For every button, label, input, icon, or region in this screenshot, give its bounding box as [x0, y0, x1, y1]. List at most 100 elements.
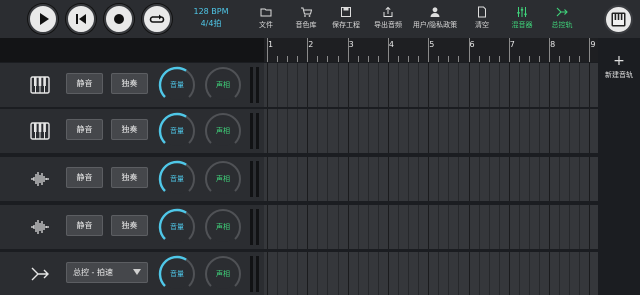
track-lane[interactable]	[264, 109, 598, 153]
grid-line	[277, 109, 279, 153]
grid-line	[327, 205, 329, 249]
grid-line	[418, 63, 420, 107]
play-button[interactable]	[28, 4, 58, 34]
pan-knob[interactable]: 声相	[204, 112, 242, 150]
clear-label: 清空	[475, 21, 489, 29]
waveform-icon[interactable]	[30, 218, 50, 236]
beat-tick	[579, 56, 581, 62]
grid-line	[569, 109, 571, 153]
grid-line	[267, 63, 268, 107]
mute-button[interactable]: 静音	[66, 119, 103, 140]
grid-line	[377, 157, 379, 201]
grid-line	[317, 205, 319, 249]
grid-line	[448, 252, 450, 295]
volume-knob[interactable]: 音量	[158, 112, 196, 150]
volume-label: 音量	[170, 127, 184, 135]
grid-line	[347, 157, 349, 201]
grid-line	[589, 109, 591, 153]
solo-button[interactable]: 独奏	[111, 119, 148, 140]
grid-line	[357, 109, 359, 153]
grid-line	[468, 109, 470, 153]
volume-knob[interactable]: 音量	[158, 66, 196, 104]
grid-line	[498, 205, 500, 249]
solo-button[interactable]: 独奏	[111, 73, 148, 94]
grid-line	[347, 205, 349, 249]
volume-label: 音量	[170, 81, 184, 89]
grid-line	[428, 252, 430, 295]
bar-number: 1	[268, 40, 274, 49]
folder-icon	[260, 8, 272, 17]
grid-line	[307, 157, 309, 201]
grid-line	[337, 109, 339, 153]
piano-icon[interactable]	[30, 76, 50, 94]
grid-line	[297, 205, 299, 249]
grid-line	[317, 252, 319, 295]
new-track-button[interactable]: + 新建音轨	[598, 54, 640, 80]
beat-tick	[559, 56, 561, 62]
sound-library-button[interactable]: 音色库	[290, 6, 322, 34]
waveform-icon[interactable]	[30, 170, 50, 188]
grid-line	[387, 109, 389, 153]
volume-knob[interactable]: 音量	[158, 160, 196, 198]
record-button[interactable]	[104, 4, 134, 34]
master-track-button[interactable]: 总控轨	[546, 6, 578, 34]
beat-tick	[377, 56, 379, 62]
file-menu-button[interactable]: 文件	[252, 6, 280, 34]
save-project-button[interactable]: 保存工程	[326, 6, 366, 34]
grid-line	[559, 205, 561, 249]
grid-line	[549, 63, 551, 107]
mute-button[interactable]: 静音	[66, 73, 103, 94]
pan-knob[interactable]: 声相	[204, 208, 242, 246]
level-meter-left	[250, 256, 253, 292]
grid-line	[287, 252, 289, 295]
grid-line	[579, 63, 581, 107]
track-lane[interactable]	[264, 205, 598, 249]
piano-keyboard-button[interactable]	[604, 5, 633, 34]
pan-knob[interactable]: 声相	[204, 66, 242, 104]
grid-line	[438, 63, 440, 107]
timeline-ruler[interactable]: 1 2 3 4 5 6 7 8 9	[264, 38, 621, 62]
grid-line	[428, 157, 430, 201]
bar-number: 2	[308, 40, 314, 49]
beat-tick	[317, 56, 319, 62]
tempo-display[interactable]: 128 BPM 4/4拍	[184, 6, 238, 30]
grid-line	[559, 109, 561, 153]
save-project-label: 保存工程	[332, 21, 360, 29]
grid-line	[539, 157, 541, 201]
volume-knob[interactable]: 音量	[158, 208, 196, 246]
pan-knob[interactable]: 声相	[204, 160, 242, 198]
grid-line	[468, 252, 470, 295]
track-lane[interactable]	[264, 63, 598, 107]
grid-line	[549, 157, 551, 201]
solo-button[interactable]: 独奏	[111, 215, 148, 236]
bar-tick	[468, 38, 470, 62]
user-privacy-button[interactable]: 用户/隐私政策	[408, 6, 462, 34]
grid-line	[367, 63, 369, 107]
master-track-icon[interactable]	[30, 265, 50, 283]
skip-back-button[interactable]	[66, 4, 96, 34]
mixer-icon	[517, 7, 527, 17]
clear-button[interactable]: 清空	[468, 6, 496, 34]
grid-line	[277, 205, 279, 249]
volume-knob[interactable]: 音量	[158, 255, 196, 293]
mute-button[interactable]: 静音	[66, 215, 103, 236]
pan-knob[interactable]: 声相	[204, 255, 242, 293]
export-audio-button[interactable]: 导出音频	[368, 6, 408, 34]
bar-number: 9	[590, 40, 596, 49]
grid-line	[277, 63, 279, 107]
grid-line	[549, 109, 551, 153]
bpm-value: 128 BPM	[193, 7, 229, 16]
solo-button[interactable]: 独奏	[111, 167, 148, 188]
mixer-button[interactable]: 混音器	[506, 6, 538, 34]
grid-line	[377, 252, 379, 295]
mute-button[interactable]: 静音	[66, 167, 103, 188]
grid-line	[307, 109, 309, 153]
track-lane[interactable]	[264, 157, 598, 201]
master-parameter-select[interactable]: 总控 - 拍速	[66, 262, 148, 283]
new-track-label: 新建音轨	[605, 71, 633, 79]
level-meter-right	[256, 256, 259, 292]
track-lane[interactable]	[264, 252, 598, 295]
loop-button[interactable]	[142, 4, 172, 34]
piano-icon[interactable]	[30, 122, 50, 140]
bar-tick	[428, 38, 430, 62]
